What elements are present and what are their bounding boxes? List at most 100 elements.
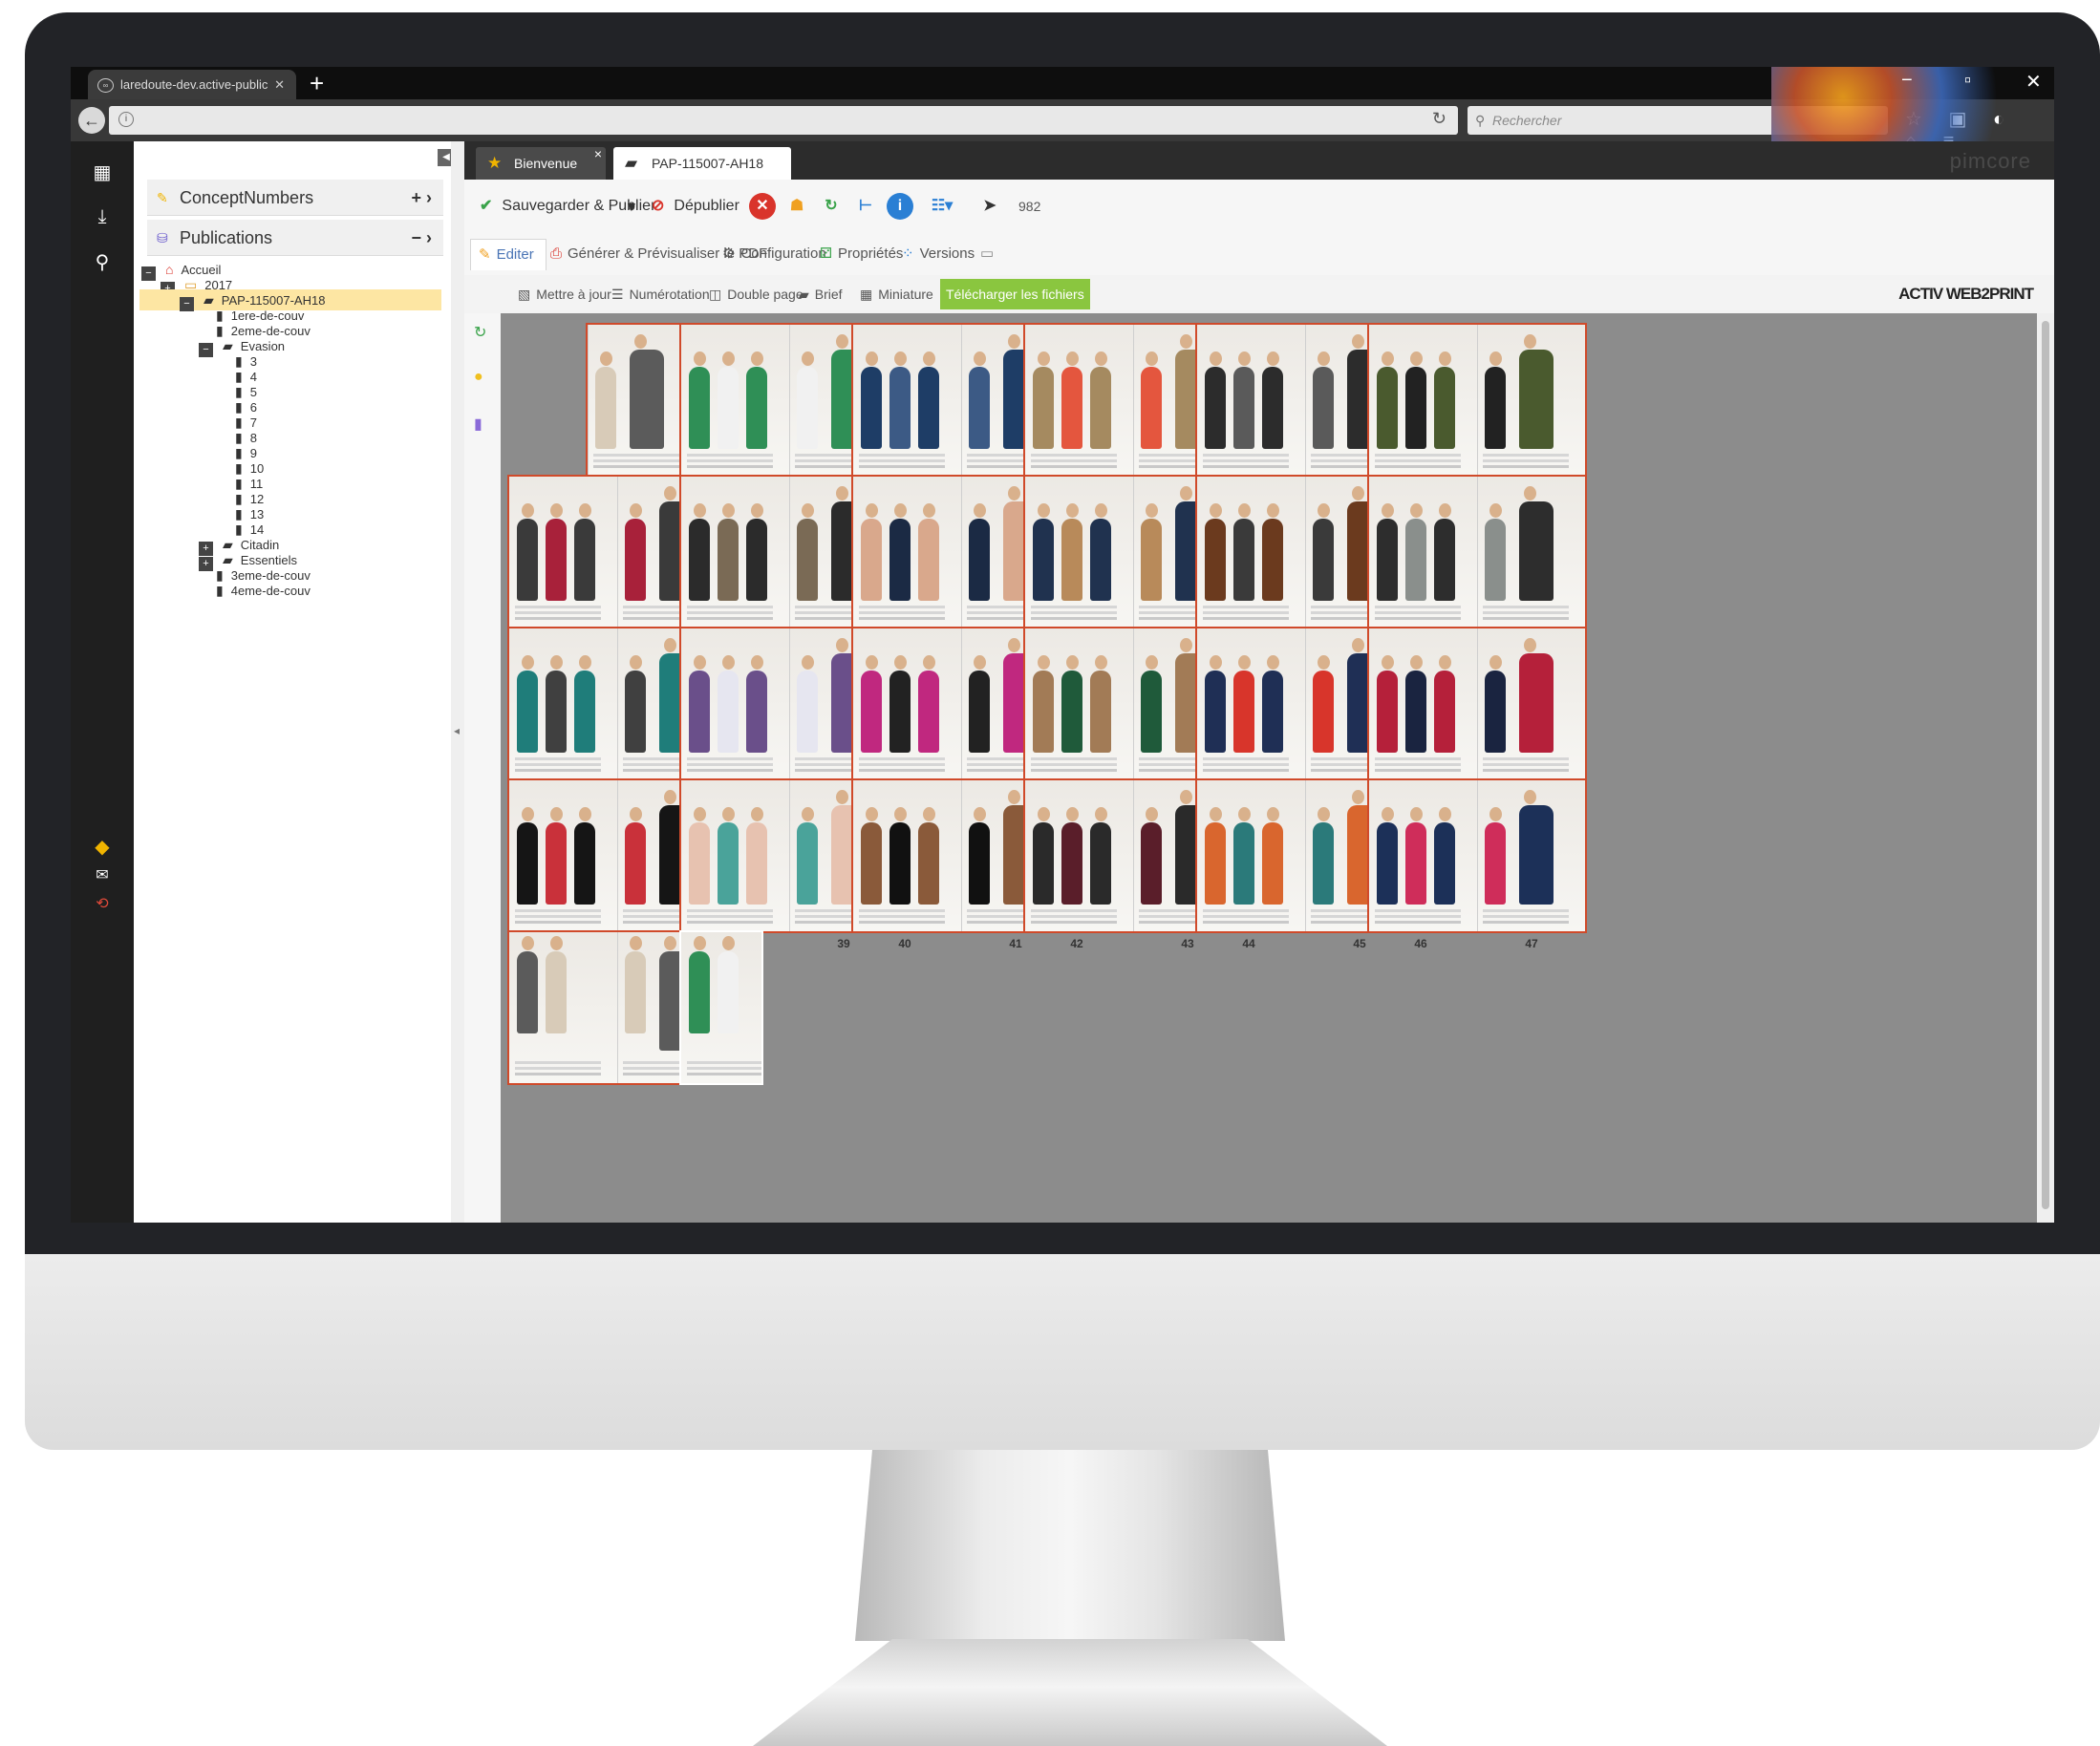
close-tab-icon[interactable]: × <box>594 138 602 170</box>
download-icon[interactable]: ⤓ <box>89 206 116 228</box>
page-thumbnail[interactable] <box>1477 780 1585 931</box>
dashboard-grid-icon[interactable]: ▦ <box>89 160 116 184</box>
page-thumbnail[interactable] <box>853 477 961 628</box>
page-thumbnail[interactable] <box>681 325 789 476</box>
page-thumbnail[interactable] <box>1197 628 1305 779</box>
trash-icon[interactable]: ▮ <box>474 415 482 434</box>
page-thumbnail[interactable] <box>1025 628 1133 779</box>
search-icon[interactable]: ⚲ <box>89 250 116 274</box>
page-thumbnail[interactable] <box>1197 325 1305 476</box>
new-tab-button[interactable]: + <box>310 67 324 99</box>
page-thumbnail[interactable] <box>1197 780 1305 931</box>
unpublish-button[interactable]: ⊘ Dépublier <box>652 189 739 224</box>
double-page-button[interactable]: ◫ Double page <box>709 279 804 309</box>
tab-bienvenue[interactable]: ★ Bienvenue × <box>476 146 606 180</box>
page-thumbnail[interactable] <box>1477 477 1585 628</box>
back-arrow-icon[interactable]: ← <box>78 107 105 134</box>
panel-splitter[interactable]: ◂ <box>451 141 464 1223</box>
page-thumbnail[interactable] <box>509 477 617 628</box>
tag-icon[interactable]: ☗ <box>783 193 810 220</box>
browser-tab[interactable]: ∞ laredoute-dev.active-public ✕ <box>88 70 296 99</box>
model-photo <box>718 351 739 449</box>
vertical-scrollbar[interactable] <box>2037 313 2054 1223</box>
page-thumbnail[interactable] <box>853 325 961 476</box>
page-thumbnail[interactable] <box>1477 325 1585 476</box>
page-thumbnail[interactable] <box>1025 325 1133 476</box>
refresh-icon[interactable]: ↻ <box>474 323 486 342</box>
tab-properties[interactable]: ⚂ Propriétés <box>812 239 903 269</box>
tab-notes-icon[interactable]: ▭ <box>973 239 994 269</box>
reload-icon[interactable]: ↻ <box>818 193 845 220</box>
model-photo <box>1061 503 1082 601</box>
cursor-icon[interactable]: ➤ <box>976 193 1003 220</box>
site-info-icon[interactable]: i <box>118 112 134 127</box>
page-thumbnail[interactable] <box>509 932 617 1083</box>
lightbulb-icon[interactable]: ● <box>474 369 483 386</box>
page-thumbnail[interactable] <box>681 780 789 931</box>
numbering-button[interactable]: ☰ Numérotation <box>611 279 710 309</box>
minimize-button[interactable]: − <box>1901 70 1913 92</box>
save-options-dropdown[interactable]: ▼ <box>625 189 638 224</box>
page-thumbnail[interactable] <box>1197 477 1305 628</box>
tab-editer[interactable]: ✎ Editer <box>470 239 546 270</box>
delete-icon[interactable]: ✕ <box>749 193 776 220</box>
share-dropdown-icon[interactable]: ☷▾ <box>921 193 963 220</box>
tree-node-4eme-de-couv[interactable]: ▮ 4eme-de-couv <box>216 580 311 601</box>
page-spread[interactable] <box>1367 475 1587 629</box>
page-spread[interactable] <box>1367 323 1587 478</box>
model-photo <box>1405 351 1426 449</box>
publications-collapse-button[interactable]: − › <box>411 220 432 256</box>
publications-title: Publications <box>180 228 273 247</box>
concept-numbers-add-button[interactable]: + › <box>411 180 432 216</box>
close-window-button[interactable]: ✕ <box>2025 70 2042 94</box>
download-files-button[interactable]: Télécharger les fichiers <box>940 279 1090 309</box>
notification-diamond-icon[interactable]: ◆ <box>89 835 116 859</box>
publications-header[interactable]: ⛁ Publications − › <box>147 220 443 256</box>
concept-numbers-header[interactable]: ✎ ConceptNumbers + › <box>147 180 443 216</box>
tab-document[interactable]: ▰ PAP-115007-AH18 × <box>613 146 791 180</box>
page-thumbnail[interactable] <box>681 628 789 779</box>
model-photo <box>746 655 767 753</box>
tab-versions[interactable]: ⁘ Versions <box>894 239 975 269</box>
page-thumbnail[interactable] <box>1369 780 1477 931</box>
page-thumbnail[interactable] <box>853 780 961 931</box>
page-number-right: 39 <box>837 937 850 950</box>
page-text-lines <box>687 1073 761 1075</box>
page-thumbnail[interactable] <box>853 628 961 779</box>
page-thumbnail[interactable] <box>681 932 761 1083</box>
scrollbar-thumb[interactable] <box>2042 321 2049 1209</box>
tab-configuration[interactable]: ⚙ Configuration <box>715 239 826 269</box>
brief-button[interactable]: ▰ Brief <box>799 279 843 309</box>
close-tab-icon[interactable]: × <box>780 138 787 170</box>
collapse-icon[interactable]: − <box>180 297 194 311</box>
page-thumbnail[interactable] <box>1025 780 1133 931</box>
model-photo <box>861 655 882 753</box>
page-thumbnail[interactable] <box>1369 477 1477 628</box>
url-bar[interactable]: i ↻ <box>109 106 1458 135</box>
thumbnail-button[interactable]: ▦ Miniature <box>860 279 933 309</box>
mail-icon[interactable]: ✉ <box>89 865 116 884</box>
page-thumbnail[interactable] <box>509 780 617 931</box>
model-photo <box>1141 503 1162 601</box>
page-thumbnail[interactable] <box>1369 628 1477 779</box>
page-thumbnail[interactable] <box>1369 325 1477 476</box>
maintenance-icon[interactable]: ⟲ <box>89 894 116 913</box>
collapse-icon[interactable]: − <box>199 343 213 357</box>
tree-icon[interactable]: ⊢ <box>852 193 879 220</box>
page-spread[interactable] <box>1367 627 1587 781</box>
reload-icon[interactable]: ↻ <box>1432 109 1446 129</box>
maximize-button[interactable]: ▫ <box>1964 70 1971 92</box>
close-tab-icon[interactable]: ✕ <box>274 70 285 99</box>
splitter-arrow-icon[interactable]: ◂ <box>454 724 460 737</box>
page-spread[interactable] <box>1367 778 1587 933</box>
page-spread[interactable] <box>679 930 763 1085</box>
info-icon[interactable]: i <box>887 193 913 220</box>
expand-icon[interactable]: + <box>199 557 213 571</box>
collapse-icon[interactable]: − <box>141 266 156 281</box>
page-thumbnail[interactable] <box>1477 628 1585 779</box>
check-icon: ✔ <box>480 198 493 214</box>
update-button[interactable]: ▧ Mettre à jour <box>518 279 611 309</box>
page-thumbnail[interactable] <box>681 477 789 628</box>
page-thumbnail[interactable] <box>509 628 617 779</box>
page-thumbnail[interactable] <box>1025 477 1133 628</box>
